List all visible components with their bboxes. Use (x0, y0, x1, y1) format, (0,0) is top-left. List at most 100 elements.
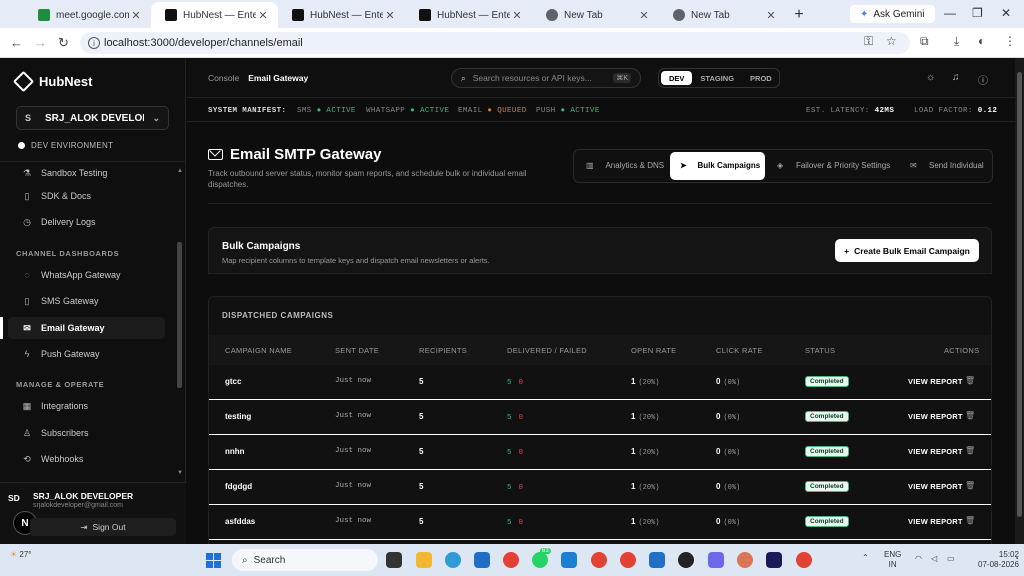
chatgpt-icon[interactable] (678, 552, 694, 568)
env-tab-dev[interactable]: DEV (661, 71, 693, 85)
theme-sun-icon[interactable]: ☼ (926, 72, 935, 83)
close-tab-icon[interactable]: ✕ (764, 9, 778, 22)
search-input[interactable]: ⌕ Search resources or API keys... ⌘K (451, 68, 641, 88)
browser-tab[interactable]: New Tab ✕ (532, 2, 659, 28)
reload-icon[interactable]: ↻ (58, 35, 69, 51)
page-scrollbar[interactable] (1015, 58, 1024, 544)
url-field[interactable]: i localhost:3000/developer/channels/emai… (80, 32, 910, 54)
brand[interactable]: HubNest (12, 70, 92, 93)
clock[interactable]: 15:02 07-08-2026 (978, 550, 1019, 570)
sidebar-item-subscribers[interactable]: ♙ Subscribers (8, 422, 165, 444)
sign-out-button[interactable]: ⇥ Sign Out (30, 518, 176, 536)
trash-icon[interactable]: 🗑 (965, 446, 975, 455)
store-icon[interactable] (474, 552, 490, 568)
sidebar-item-sms[interactable]: ▯ SMS Gateway (8, 290, 165, 312)
close-tab-icon[interactable]: ✕ (510, 9, 524, 22)
campaign-name: testing (225, 412, 252, 421)
app-icon[interactable] (708, 552, 724, 568)
browser-tab-active[interactable]: HubNest — Enterprise✕ (151, 2, 278, 28)
taskbar-search[interactable]: ⌕ Search (232, 549, 378, 571)
app-icon[interactable] (766, 552, 782, 568)
browser-tab[interactable]: New Tab ✕ (659, 2, 786, 28)
sidebar-item-email[interactable]: ✉ Email Gateway (0, 317, 165, 339)
tray-chevron-icon[interactable]: ⌃ (862, 553, 869, 563)
back-icon[interactable]: ← (10, 35, 23, 50)
view-report-button[interactable]: VIEW REPORT (908, 412, 963, 421)
sent-date: Just now (335, 447, 372, 455)
minimize-icon[interactable]: — (944, 6, 956, 20)
browser-menu-icon[interactable]: ⋮ (1004, 34, 1016, 48)
tab-bulk-campaigns[interactable]: ➤ Bulk Campaigns (670, 152, 765, 180)
whatsapp-icon[interactable] (532, 552, 548, 568)
view-report-button[interactable]: VIEW REPORT (908, 517, 963, 526)
chrome-icon[interactable] (503, 552, 519, 568)
trash-icon[interactable]: 🗑 (965, 376, 975, 385)
env-tab-prod[interactable]: PROD (742, 71, 780, 85)
language-indicator[interactable]: ENG IN (884, 550, 901, 570)
phone-icon: ▯ (24, 295, 30, 306)
view-report-button[interactable]: VIEW REPORT (908, 447, 963, 456)
claude-icon[interactable] (737, 552, 753, 568)
wifi-icon[interactable]: ◠ (915, 554, 922, 564)
browser-tab[interactable]: HubNest — Enterprise✕ (405, 2, 532, 28)
bookmark-star-icon[interactable]: ☆ (886, 34, 897, 48)
view-report-button[interactable]: VIEW REPORT (908, 377, 963, 386)
create-bulk-campaign-button[interactable]: + Create Bulk Email Campaign (835, 239, 979, 262)
trash-icon[interactable]: 🗑 (965, 481, 975, 490)
sidebar-item-push[interactable]: ϟ Push Gateway (8, 343, 165, 365)
sidebar-item-sdk-docs[interactable]: ▯ SDK & Docs (8, 185, 165, 207)
ask-gemini-button[interactable]: ✦ Ask Gemini (850, 5, 935, 23)
delivered-count: 5 (507, 519, 512, 527)
battery-icon[interactable]: ▭ (947, 554, 955, 564)
view-report-button[interactable]: VIEW REPORT (908, 482, 963, 491)
help-icon[interactable]: ⓘ (978, 72, 988, 87)
close-tab-icon[interactable]: ✕ (256, 9, 270, 22)
tab-send-individual[interactable]: ✉ Send Individual (904, 152, 990, 180)
new-tab-button[interactable]: + (786, 2, 812, 28)
sidebar-item-whatsapp[interactable]: ◌ WhatsApp Gateway (8, 264, 165, 286)
forward-icon[interactable]: → (34, 35, 47, 50)
extensions-icon[interactable]: ⧉ (920, 34, 929, 49)
restore-icon[interactable]: ❐ (972, 6, 983, 20)
tab-failover-priority[interactable]: ◈ Failover & Priority Settings (771, 152, 897, 180)
download-icon[interactable]: ⤓ (954, 34, 959, 49)
sidebar-item-sandbox[interactable]: ⚗ Sandbox Testing (8, 162, 165, 184)
sidebar-item-webhooks[interactable]: ⟲ Webhooks (8, 448, 165, 470)
chrome-icon[interactable] (620, 552, 636, 568)
file-explorer-icon[interactable] (416, 552, 432, 568)
notification-bell-icon[interactable]: ◔ (1014, 554, 1019, 564)
scroll-up-icon[interactable]: ▲ (177, 168, 183, 174)
close-tab-icon[interactable]: ✕ (383, 9, 397, 22)
bell-icon[interactable]: ♫ (952, 72, 960, 83)
browser-tab[interactable]: meet.google.com ✕ (24, 2, 151, 28)
scroll-thumb[interactable] (1017, 72, 1022, 517)
windows-start-icon[interactable] (206, 553, 221, 568)
grid-icon: ▦ (22, 400, 32, 411)
tab-analytics-dns[interactable]: ▥ Analytics & DNS (580, 152, 670, 180)
app-icon[interactable] (649, 552, 665, 568)
sidebar-item-integrations[interactable]: ▦ Integrations (8, 395, 165, 417)
breadcrumb-console[interactable]: Console (208, 73, 239, 83)
chrome-icon[interactable] (796, 552, 812, 568)
edge-icon[interactable] (445, 552, 461, 568)
weather-widget[interactable]: ☀ 27° (10, 550, 32, 559)
close-tab-icon[interactable]: ✕ (129, 9, 143, 22)
close-tab-icon[interactable]: ✕ (637, 9, 651, 22)
close-window-icon[interactable]: ✕ (1001, 6, 1011, 20)
env-tab-staging[interactable]: STAGING (692, 71, 742, 85)
task-view-icon[interactable] (386, 552, 402, 568)
project-selector[interactable]: S SRJ_ALOK DEVELOP... ⌄ (16, 106, 169, 130)
password-key-icon[interactable]: ⚿ (864, 34, 873, 49)
sidebar-item-delivery-logs[interactable]: ◷ Delivery Logs (8, 211, 165, 233)
chrome-icon[interactable] (591, 552, 607, 568)
failed-count: 0 (518, 414, 524, 422)
sidebar-scrollbar[interactable] (177, 242, 182, 388)
trash-icon[interactable]: 🗑 (965, 411, 975, 420)
profile-icon[interactable]: ◐ (978, 34, 985, 48)
vscode-icon[interactable] (561, 552, 577, 568)
volume-icon[interactable]: ◁ (931, 554, 937, 564)
site-info-icon[interactable]: i (88, 37, 100, 49)
scroll-down-icon[interactable]: ▼ (177, 470, 183, 476)
browser-tab[interactable]: HubNest — Enterprise✕ (278, 2, 405, 28)
trash-icon[interactable]: 🗑 (965, 516, 975, 525)
